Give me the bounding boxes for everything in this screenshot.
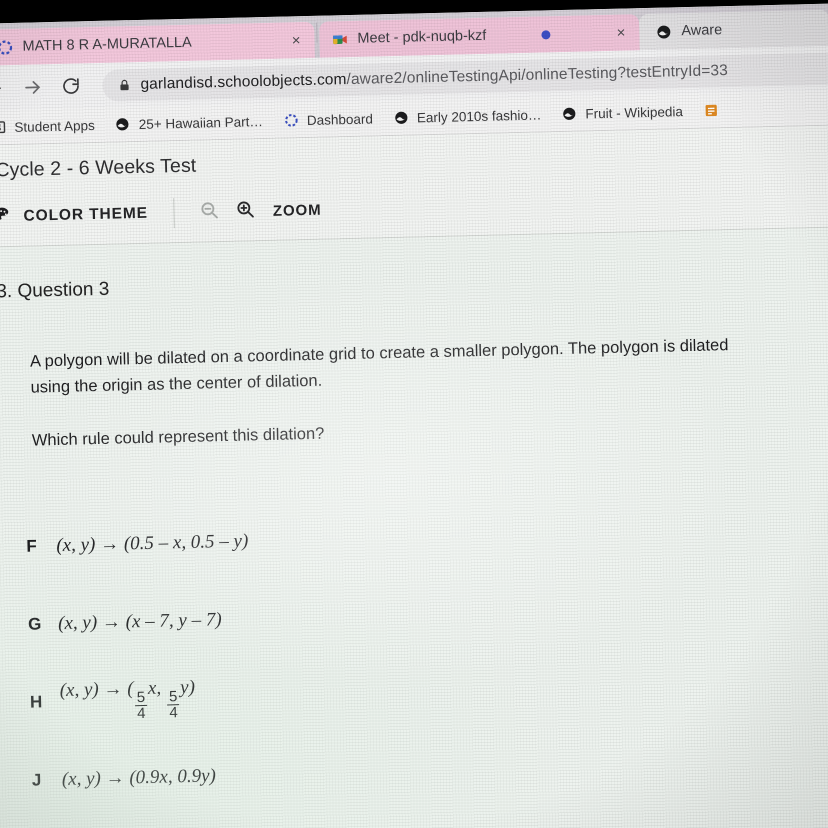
google-meet-icon — [331, 30, 348, 47]
arrow-right-icon[interactable] — [20, 75, 44, 99]
question-stem-paragraph-1: A polygon will be dilated on a coordinat… — [29, 336, 729, 397]
url-path: /aware2/onlineTestingApi/onlineTesting?t… — [346, 61, 729, 88]
fraction-five-fourths: 54 — [167, 687, 180, 722]
apps-grid-icon — [0, 119, 8, 136]
lock-icon — [116, 77, 131, 92]
choice-letter: G — [27, 614, 42, 634]
globe-icon — [561, 105, 578, 122]
reading-list-icon — [703, 102, 720, 119]
choice-letter: H — [29, 692, 43, 712]
choice-text: (x, y) → (x – 7, y – 7) — [57, 609, 222, 635]
tab-title: Aware — [681, 22, 723, 40]
online-test-page: Cycle 2 - 6 Weeks Test COLOR THEME ZOOM … — [0, 124, 828, 828]
dashed-circle-icon — [0, 38, 14, 55]
bookmark-dashboard[interactable]: Dashboard — [275, 107, 382, 132]
toolbar-divider — [173, 198, 176, 229]
fraction-denominator: 4 — [134, 705, 148, 723]
bookmark-fruit-wikipedia[interactable]: Fruit - Wikipedia — [553, 99, 691, 125]
tab-aware[interactable]: Aware — [638, 9, 828, 51]
choice-letter: J — [31, 770, 42, 790]
photographed-screen: MATH 8 R A-MURATALLA × Meet - pdk-nuqb-k… — [0, 0, 828, 828]
question-stem: A polygon will be dilated on a coordinat… — [0, 285, 766, 455]
fraction-denominator: 4 — [167, 704, 180, 722]
bookmark-hawaiian[interactable]: 25+ Hawaiian Part… — [106, 109, 271, 136]
browser-window: MATH 8 R A-MURATALLA × Meet - pdk-nuqb-k… — [0, 2, 828, 828]
reload-icon[interactable] — [59, 74, 83, 98]
color-theme-label: COLOR THEME — [23, 204, 149, 225]
bookmark-label: Early 2010s fashio… — [416, 106, 542, 125]
bookmark-label: 25+ Hawaiian Part… — [138, 113, 264, 132]
bookmark-reading-list[interactable] — [695, 98, 736, 122]
fraction-five-fourths: 54 — [134, 688, 148, 723]
choice-text: (x, y) → (0.9x, 0.9y) — [61, 765, 217, 791]
tab-title: MATH 8 R A-MURATALLA — [22, 34, 192, 55]
fraction-numerator: 5 — [136, 688, 146, 706]
choice-text: (x, y) → (0.5 – x, 0.5 – y) — [56, 530, 249, 557]
aware-globe-icon — [655, 23, 672, 40]
answer-choices: F (x, y) → (0.5 – x, 0.5 – y) G (x, y) →… — [0, 460, 828, 821]
bookmark-student-apps[interactable]: Student Apps — [0, 113, 103, 139]
address-bar-text: garlandisd.schoolobjects.com/aware2/onli… — [140, 62, 728, 94]
arrow-left-icon[interactable] — [0, 76, 5, 100]
magnifier-minus-icon[interactable] — [199, 199, 222, 227]
choice-prefix: (x, y) → ( — [59, 678, 134, 702]
palette-icon — [0, 205, 12, 229]
close-icon[interactable]: × — [612, 24, 629, 41]
audio-indicator-icon — [540, 29, 551, 39]
url-host: garlandisd.schoolobjects.com — [140, 70, 347, 93]
zoom-controls: ZOOM — [199, 196, 322, 226]
tab-title: Meet - pdk-nuqb-kzf — [357, 27, 487, 47]
fraction-numerator: 5 — [168, 687, 178, 706]
tab-divider — [316, 22, 318, 43]
choice-mid: x, — [147, 677, 167, 700]
bookmark-label: Student Apps — [14, 117, 95, 135]
close-icon[interactable]: × — [288, 32, 305, 49]
bookmark-early-2010s-fashion[interactable]: Early 2010s fashio… — [385, 103, 550, 130]
bookmark-label: Fruit - Wikipedia — [585, 103, 684, 121]
magnifier-plus-icon[interactable] — [235, 198, 258, 226]
bookmark-label: Dashboard — [306, 110, 374, 128]
globe-icon — [393, 109, 410, 126]
choice-letter: F — [26, 536, 37, 556]
choice-text: (x, y) → (5 4 x, 5 4 y) — [59, 677, 195, 724]
color-theme-button[interactable]: COLOR THEME — [0, 201, 174, 229]
tab-meet[interactable]: Meet - pdk-nuqb-kzf × — [319, 14, 640, 58]
zoom-label: ZOOM — [272, 201, 322, 220]
choice-suffix: y) — [179, 676, 196, 699]
dashed-circle-icon — [283, 112, 300, 129]
question-stem-paragraph-2: Which rule could represent this dilation… — [31, 424, 325, 450]
globe-icon — [115, 116, 132, 133]
